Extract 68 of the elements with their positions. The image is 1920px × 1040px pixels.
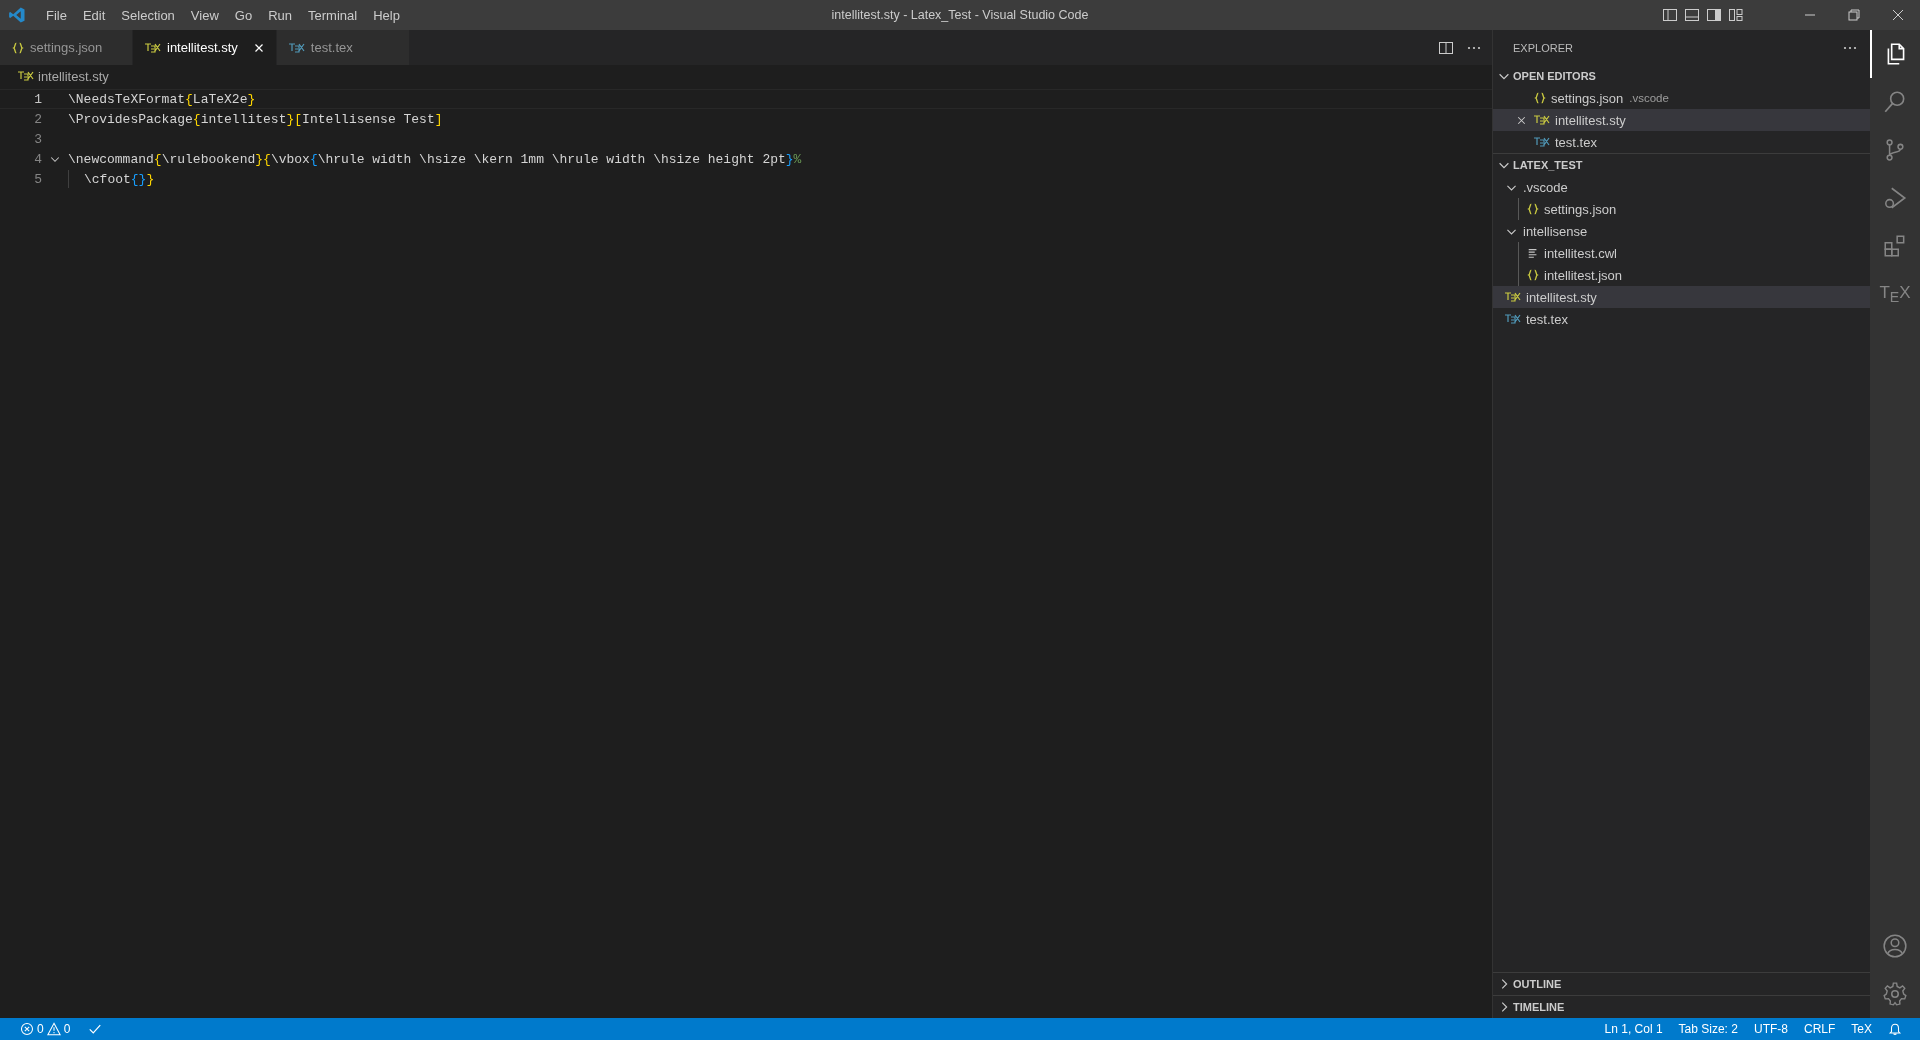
error-count: 0: [37, 1022, 44, 1036]
section-header[interactable]: LATEX_TEST: [1493, 153, 1870, 176]
line-number: 4: [33, 151, 42, 167]
braces-icon: [1534, 92, 1546, 104]
tex-file-icon: [1505, 292, 1521, 302]
menu-item[interactable]: Terminal: [300, 7, 366, 23]
account-icon[interactable]: [1882, 933, 1908, 959]
sidebar-toggle-icon[interactable]: [1662, 7, 1678, 23]
warning-count: 0: [63, 1022, 71, 1036]
problems-status[interactable]: 0 0: [12, 1022, 79, 1036]
tex-file-icon: [18, 71, 34, 81]
code-line: \newcommand{\rulebookend}{\vbox{\hrule width \hsize \kern 1mm \hrule width \hsize height 2pt}%: [68, 151, 802, 167]
open-editor-item[interactable]: settings.json .vscode: [1493, 87, 1870, 109]
editor-tab[interactable]: test.tex: [276, 30, 410, 65]
tree-item[interactable]: intellitest.sty: [1493, 286, 1870, 308]
menu-item[interactable]: Help: [365, 7, 408, 23]
tex-file-icon: [145, 42, 161, 53]
window-title: intellitest.sty - Latex_Test - Visual Studio Code: [831, 8, 1089, 22]
menu-item[interactable]: Run: [260, 7, 300, 23]
open-editor-item[interactable]: test.tex: [1493, 131, 1870, 153]
status-item[interactable]: Tab Size: 2: [1670, 1022, 1746, 1036]
tex-file-icon: [1534, 115, 1550, 125]
status-item[interactable]: CRLF: [1795, 1022, 1844, 1036]
tex-file-icon: [1505, 314, 1521, 324]
panel-toggle-icon[interactable]: [1684, 7, 1700, 23]
vscode-logo-icon: [8, 6, 26, 24]
line-number: 5: [33, 171, 42, 187]
tree-item[interactable]: intellisense: [1493, 220, 1870, 242]
layout-icon[interactable]: [1728, 7, 1744, 23]
line-number: 2: [33, 111, 42, 127]
section-header[interactable]: OUTLINE: [1493, 972, 1870, 995]
status-item[interactable]: UTF-8: [1745, 1022, 1796, 1036]
warning-icon: [46, 1022, 61, 1036]
check-icon[interactable]: [88, 1022, 103, 1036]
text-lines-icon: [1527, 247, 1539, 259]
restore-icon[interactable]: [1846, 7, 1862, 23]
tex-file-icon: [288, 42, 305, 53]
open-editor-item[interactable]: intellitest.sty: [1493, 109, 1870, 131]
editor-tab[interactable]: intellitest.sty: [133, 30, 277, 65]
run-debug-icon[interactable]: [1882, 185, 1908, 211]
split-editor-icon[interactable]: [1438, 39, 1454, 56]
line-number: 3: [33, 131, 42, 147]
tree-item[interactable]: .vscode: [1493, 176, 1870, 198]
code-line: \NeedsTeXFormat{LaTeX2e}: [68, 91, 256, 107]
braces-icon: [1527, 203, 1539, 215]
menu-item[interactable]: Selection: [113, 7, 183, 23]
section-header[interactable]: OPEN EDITORS: [1493, 65, 1870, 87]
line-number: 1: [33, 91, 42, 107]
status-item[interactable]: Ln 1, Col 1: [1596, 1022, 1671, 1036]
menu-item[interactable]: Edit: [74, 7, 114, 23]
menu-item[interactable]: Go: [226, 7, 261, 23]
status-item[interactable]: TeX: [1843, 1022, 1880, 1036]
breadcrumb-item[interactable]: intellitest.sty: [38, 68, 109, 84]
code-line: \cfoot{}}: [84, 171, 155, 187]
menu-item[interactable]: View: [182, 7, 227, 23]
secondary-sidebar-icon[interactable]: [1706, 7, 1722, 23]
menu-item[interactable]: File: [38, 7, 75, 23]
tree-item[interactable]: test.tex: [1493, 308, 1870, 330]
panel-title: EXPLORER: [1513, 41, 1573, 54]
close-icon[interactable]: [1890, 7, 1906, 23]
tex-file-icon: [1534, 137, 1550, 147]
editor-tab[interactable]: settings.json: [0, 30, 133, 65]
braces-icon: [12, 41, 24, 54]
braces-icon: [1527, 269, 1539, 281]
error-icon: [20, 1022, 34, 1036]
code-line: \ProvidesPackage{intellitest}[Intellisense Test]: [68, 111, 443, 127]
bell-icon[interactable]: [1888, 1022, 1902, 1036]
settings-icon[interactable]: [1882, 981, 1908, 1007]
